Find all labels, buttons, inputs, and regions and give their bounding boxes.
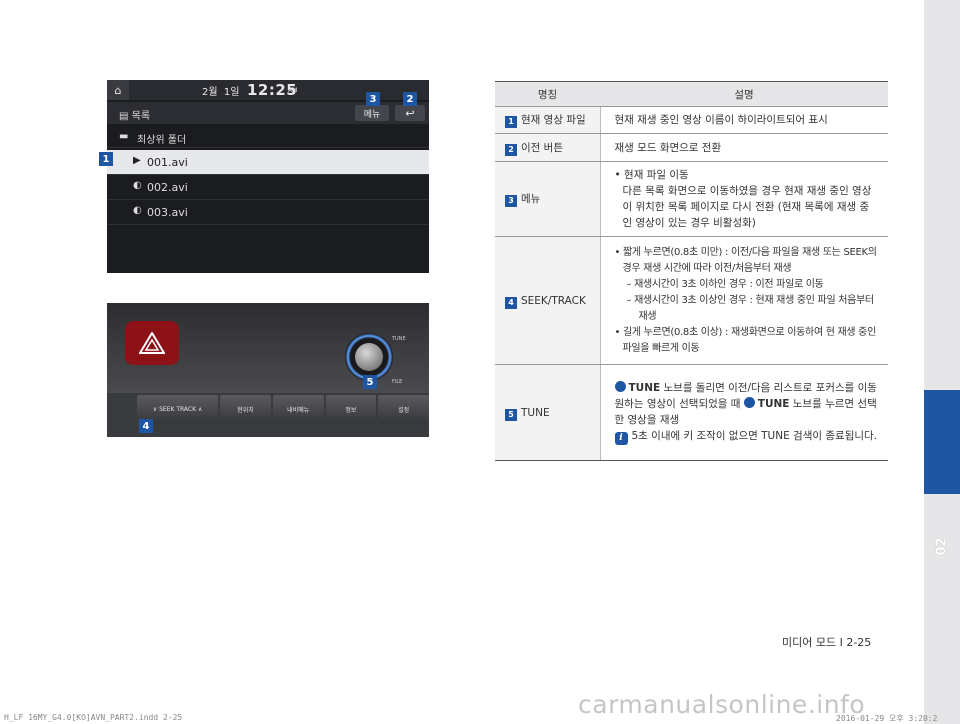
- console-photo: TUNE FILE ∨ SEEK TRACK ∧ 현위치 내비메뉴 정보 설정: [107, 303, 429, 437]
- desc-bullet: • 현재 파일 이동: [614, 169, 689, 181]
- page-footer: 미디어 모드 I 2-25: [782, 636, 872, 649]
- menu-button: 메뉴: [355, 105, 389, 121]
- folder-row: ▬ 최상위 폴더: [107, 126, 429, 148]
- file-name: 002.avi: [147, 181, 188, 194]
- desc-text: TUNE 노브를 돌리면 이전/다음 리스트로 포커스를 이동 원하는 영상이 …: [614, 381, 877, 426]
- desc-bullet: • 길게 누르면(0.8초 이상) : 재생화면으로 이동하여 현 재생 중인 …: [614, 326, 877, 354]
- callout-4: 4: [139, 419, 153, 433]
- tune-label: TUNE: [392, 336, 406, 342]
- info-note: i 5초 이내에 키 조작이 없으면 TUNE 검색이 종료됩니다.: [614, 428, 879, 445]
- table-row: 5 TUNE TUNE 노브를 돌리면 이전/다음 리스트로 포커스를 이동 원하…: [495, 364, 888, 461]
- table-row: 3 메뉴 • 현재 파일 이동 다른 목록 화면으로 이동하였을 경우 현재 재생…: [495, 161, 888, 237]
- hazard-icon: [139, 332, 165, 354]
- video-icon: ◐: [133, 205, 142, 216]
- media-list-screen: ⌂ 2월 1일 12:25 AM ▤ 목록 메뉴 ↩ ▬ 최상위 폴더 ▶ 00…: [107, 80, 429, 273]
- file-row-selected: ▶ 001.avi: [107, 150, 429, 175]
- folder-label: 최상위 폴더: [137, 135, 187, 146]
- chapter-tab: 02: [924, 500, 960, 592]
- table-row: 1 현재 영상 파일 현재 재생 중인 영상 이름이 하이라이트되어 표시: [495, 106, 888, 134]
- watermark: carmanualsonline.info: [578, 690, 866, 719]
- row-desc: TUNE 노브를 돌리면 이전/다음 리스트로 포커스를 이동 원하는 영상이 …: [600, 364, 888, 461]
- callout-5: 5: [363, 375, 377, 389]
- row-name: 3 메뉴: [495, 161, 601, 237]
- desc-bullet: • 짧게 누르면(0.8초 미만) : 이전/다음 파일을 재생 또는 SEEK…: [614, 246, 878, 274]
- row-desc: 재생 모드 화면으로 전환: [600, 133, 888, 162]
- video-icon: ◐: [133, 180, 142, 191]
- description-table: 명칭 설명 1 현재 영상 파일 현재 재생 중인 영상 이름이 하이라이트되어 …: [495, 81, 888, 461]
- console-button: 현위치: [220, 395, 271, 423]
- info-icon: i: [614, 432, 628, 445]
- knob-icon: [743, 397, 755, 408]
- console-button-row: ∨ SEEK TRACK ∧ 현위치 내비메뉴 정보 설정: [137, 395, 429, 423]
- console-button: 설정: [378, 395, 429, 423]
- knob-icon: [614, 381, 626, 392]
- home-icon: ⌂: [107, 80, 129, 100]
- console-button: 정보: [325, 395, 377, 423]
- row-desc: • 현재 파일 이동 다른 목록 화면으로 이동하였을 경우 현재 재생 중인 …: [600, 161, 888, 237]
- desc-text: 다른 목록 화면으로 이동하였을 경우 현재 재생 중인 영상이 위치한 목록 …: [622, 185, 872, 229]
- file-name: 003.avi: [147, 206, 188, 219]
- file-row: ◐ 002.avi: [107, 175, 429, 200]
- status-bar: ⌂ 2월 1일 12:25 AM: [107, 80, 429, 100]
- header-name: 명칭: [495, 81, 600, 107]
- back-icon: ↩: [395, 105, 425, 121]
- desc-dash: – 재생시간이 3초 이하인 경우 : 이전 파일로 이동: [626, 278, 824, 290]
- play-icon: ▶: [133, 155, 141, 166]
- list-header: ▤ 목록 메뉴 ↩: [107, 102, 429, 124]
- status-ampm: AM: [288, 87, 298, 94]
- tune-knob: [355, 343, 383, 371]
- list-title: ▤ 목록: [119, 111, 151, 122]
- callout-3: 3: [366, 92, 380, 106]
- row-name: 4 SEEK/TRACK: [495, 236, 601, 365]
- print-slug-left: H_LF 16MY_G4.0[KO]AVN_PART2.indd 2-25: [4, 713, 183, 722]
- chapter-number: 02: [934, 536, 950, 556]
- row-name: 5 TUNE: [495, 364, 601, 461]
- side-tab-strip: [924, 0, 960, 724]
- row-name: 2 이전 버튼: [495, 133, 601, 162]
- header-desc: 설명: [600, 81, 888, 107]
- table-header: 명칭 설명: [495, 81, 888, 107]
- side-tab-active: [924, 390, 960, 494]
- table-row: 2 이전 버튼 재생 모드 화면으로 전환: [495, 133, 888, 162]
- hazard-button: [125, 321, 179, 365]
- callout-1: 1: [99, 152, 113, 166]
- folder-icon: ▬: [119, 131, 129, 142]
- row-name: 1 현재 영상 파일: [495, 106, 601, 134]
- table-row: 4 SEEK/TRACK • 짧게 누르면(0.8초 미만) : 이전/다음 파일…: [495, 236, 888, 365]
- print-slug-right: 2016-01-29 오후 3:20:2: [836, 714, 938, 723]
- file-label: FILE: [392, 379, 403, 385]
- file-row: ◐ 003.avi: [107, 200, 429, 225]
- callout-2: 2: [403, 92, 417, 106]
- status-date: 2월 1일: [202, 87, 240, 98]
- row-desc: • 짧게 누르면(0.8초 미만) : 이전/다음 파일을 재생 또는 SEEK…: [600, 236, 888, 365]
- row-desc: 현재 재생 중인 영상 이름이 하이라이트되어 표시: [600, 106, 888, 134]
- file-name: 001.avi: [147, 156, 188, 169]
- console-button: 내비메뉴: [272, 395, 324, 423]
- desc-dash: – 재생시간이 3초 이상인 경우 : 현재 재생 중인 파일 처음부터 재생: [626, 294, 875, 322]
